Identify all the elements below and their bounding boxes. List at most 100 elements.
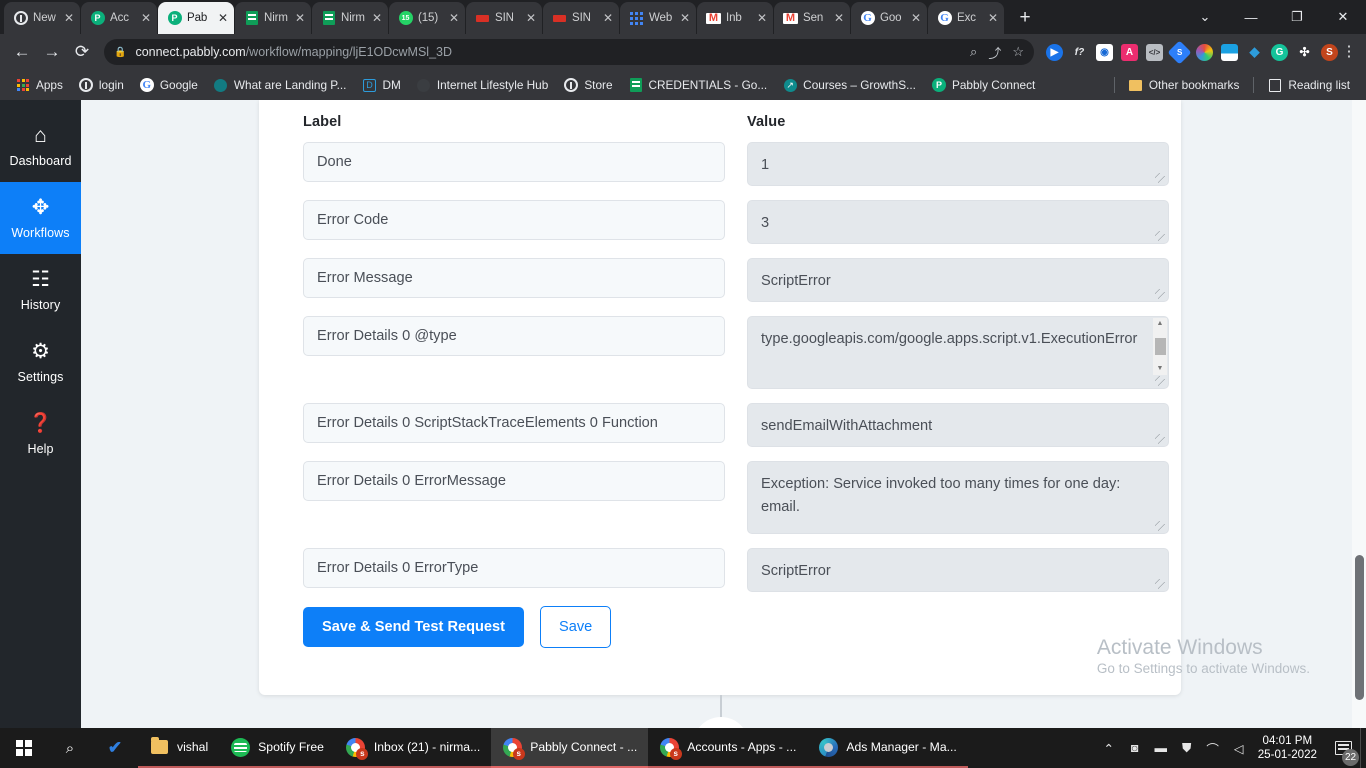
zoom-icon[interactable]: ⌕ — [970, 44, 977, 60]
browser-tab-active[interactable]: P Pab ✕ — [158, 2, 234, 34]
sidebar-item-help[interactable]: ❓ Help — [0, 398, 81, 470]
label-input[interactable] — [303, 548, 725, 588]
resize-grip-icon[interactable] — [1155, 521, 1166, 532]
share-icon[interactable]: ⤴ — [988, 43, 1001, 62]
browser-tab[interactable]: P Acc ✕ — [81, 2, 157, 34]
scroll-up-arrow-icon[interactable]: ▲ — [1157, 320, 1164, 328]
value-textarea[interactable]: Exception: Service invoked too many time… — [747, 461, 1169, 534]
tab-close-icon[interactable]: ✕ — [911, 12, 921, 24]
tab-close-icon[interactable]: ✕ — [757, 12, 767, 24]
tab-close-icon[interactable]: ✕ — [64, 12, 74, 24]
browser-tab[interactable]: G Exc ✕ — [928, 2, 1004, 34]
taskbar-app-accounts[interactable]: s Accounts - Apps - ... — [648, 728, 808, 768]
screen-recorder-extension-icon[interactable]: ◉ — [1096, 43, 1113, 61]
new-tab-button[interactable]: + — [1011, 4, 1039, 32]
resize-grip-icon[interactable] — [1155, 289, 1166, 300]
save-button[interactable]: Save — [540, 606, 612, 648]
taskbar-app-inbox[interactable]: s Inbox (21) - nirma... — [334, 728, 492, 768]
tab-close-icon[interactable]: ✕ — [372, 12, 382, 24]
label-input[interactable] — [303, 200, 725, 240]
browser-tab[interactable]: SIN ✕ — [466, 2, 542, 34]
tab-close-icon[interactable]: ✕ — [218, 12, 228, 24]
tab-close-icon[interactable]: ✕ — [449, 12, 459, 24]
back-button[interactable]: ← — [8, 38, 36, 66]
resize-grip-icon[interactable] — [1155, 376, 1166, 387]
textarea-scrollbar[interactable]: ▲ ▼ — [1153, 318, 1167, 375]
wifi-icon[interactable]: ⌒ — [1200, 728, 1226, 768]
value-textarea[interactable]: type.googleapis.com/google.apps.script.v… — [747, 316, 1169, 389]
sidebar-item-settings[interactable]: ⚙ Settings — [0, 326, 81, 398]
security-shield-icon[interactable]: ⛊ — [1174, 728, 1200, 768]
code-extension-icon[interactable]: </> — [1146, 43, 1163, 61]
notification-center-button[interactable]: 22 — [1326, 728, 1360, 768]
sidebar-item-history[interactable]: ☷ History — [0, 254, 81, 326]
resize-grip-icon[interactable] — [1155, 231, 1166, 242]
fonts-extension-icon[interactable]: f? — [1071, 44, 1088, 61]
other-bookmarks-folder[interactable]: Other bookmarks — [1121, 75, 1247, 95]
tab-close-icon[interactable]: ✕ — [141, 12, 151, 24]
tab-close-icon[interactable]: ✕ — [295, 12, 305, 24]
browser-tab[interactable]: 15 (15) ✕ — [389, 2, 465, 34]
close-window-button[interactable]: ✕ — [1320, 0, 1366, 34]
seo-extension-icon[interactable]: S — [1167, 39, 1192, 65]
webcam-icon[interactable]: ◙ — [1122, 728, 1148, 768]
label-input[interactable] — [303, 316, 725, 356]
todo-check-icon[interactable]: ✔ — [92, 738, 138, 758]
bookmark-google[interactable]: G Google — [132, 75, 206, 95]
tab-close-icon[interactable]: ✕ — [834, 12, 844, 24]
save-and-send-test-request-button[interactable]: Save & Send Test Request — [303, 607, 525, 647]
forward-button[interactable]: → — [38, 38, 66, 66]
bookmark-dm[interactable]: D DM — [354, 75, 408, 95]
scrollbar-thumb[interactable] — [1154, 338, 1166, 355]
browser-tab[interactable]: Inb ✕ — [697, 2, 773, 34]
tab-close-icon[interactable]: ✕ — [603, 12, 613, 24]
windows-start-icon[interactable] — [0, 740, 48, 756]
sidebar-item-workflows[interactable]: ✥ Workflows — [0, 182, 81, 254]
show-hidden-icons-chevron[interactable]: ⌃ — [1096, 728, 1122, 768]
browser-tab[interactable]: Nirm ✕ — [312, 2, 388, 34]
label-input[interactable] — [303, 403, 725, 443]
label-input[interactable] — [303, 142, 725, 182]
value-textarea[interactable]: ScriptError — [747, 258, 1169, 302]
screenshot-extension-icon[interactable] — [1221, 43, 1238, 61]
page-scrollbar-thumb[interactable] — [1355, 555, 1364, 700]
bookmark-login[interactable]: login — [71, 75, 132, 95]
browser-tab[interactable]: Sen ✕ — [774, 2, 850, 34]
bookmark-credentials[interactable]: CREDENTIALS - Go... — [621, 75, 776, 95]
bookmark-courses[interactable]: ↗ Courses – GrowthS... — [775, 75, 924, 95]
reload-button[interactable]: ⟳ — [68, 38, 96, 66]
reading-list-button[interactable]: Reading list — [1260, 75, 1358, 95]
gem-extension-icon[interactable]: ◆ — [1246, 44, 1263, 61]
tab-close-icon[interactable]: ✕ — [988, 12, 998, 24]
taskbar-app-ads-manager[interactable]: Ads Manager - Ma... — [807, 728, 968, 768]
resize-grip-icon[interactable] — [1155, 173, 1166, 184]
show-desktop-button[interactable] — [1360, 728, 1366, 768]
taskbar-app-vishal[interactable]: vishal — [138, 728, 220, 768]
tab-close-icon[interactable]: ✕ — [526, 12, 536, 24]
tab-search-chevron-icon[interactable]: ⌄ — [1182, 0, 1228, 34]
browser-tab[interactable]: G Goo ✕ — [851, 2, 927, 34]
bookmark-internet-lifestyle-hub[interactable]: Internet Lifestyle Hub — [409, 75, 556, 95]
label-input[interactable] — [303, 461, 725, 501]
browser-tab[interactable]: Nirm ✕ — [235, 2, 311, 34]
adobe-extension-icon[interactable]: A — [1121, 43, 1138, 61]
taskbar-app-pabbly-connect[interactable]: s Pabbly Connect - ... — [491, 728, 649, 768]
value-textarea[interactable]: 1 — [747, 142, 1169, 186]
volume-icon[interactable]: ◁ — [1226, 728, 1252, 768]
grammarly-extension-icon[interactable]: G — [1271, 43, 1288, 61]
bookmark-pabbly-connect[interactable]: P Pabbly Connect — [924, 75, 1043, 95]
sidebar-item-dashboard[interactable]: ⌂ Dashboard — [0, 110, 81, 182]
value-textarea[interactable]: 3 — [747, 200, 1169, 244]
value-textarea[interactable]: ScriptError — [747, 548, 1169, 592]
profile-avatar[interactable]: S — [1321, 43, 1338, 61]
resize-grip-icon[interactable] — [1155, 579, 1166, 590]
browser-tab[interactable]: Web ✕ — [620, 2, 696, 34]
bookmark-landing-pages[interactable]: What are Landing P... — [206, 75, 355, 95]
browser-tab[interactable]: SIN ✕ — [543, 2, 619, 34]
bookmark-store[interactable]: Store — [556, 75, 620, 95]
battery-icon[interactable]: ▬ — [1148, 728, 1174, 768]
value-textarea[interactable]: sendEmailWithAttachment — [747, 403, 1169, 447]
chrome-menu-icon[interactable]: ⋮ — [1340, 44, 1358, 59]
loom-extension-icon[interactable]: ▶ — [1046, 43, 1063, 61]
taskbar-clock[interactable]: 04:01 PM 25-01-2022 — [1252, 734, 1326, 762]
